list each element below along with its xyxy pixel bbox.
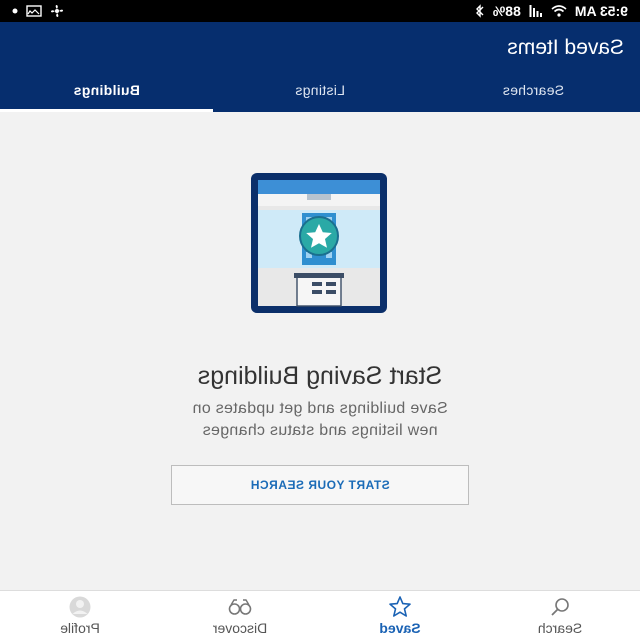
bluetooth-icon [475,4,484,18]
nav-item-saved[interactable]: Saved [320,591,480,640]
search-icon [551,597,569,616]
battery-percent: 88% [492,3,521,19]
gallery-icon [26,5,42,17]
app-bar: Saved Items Searches Listings Buildings [0,22,640,112]
tab-listings[interactable]: Listings [213,68,426,112]
star-icon [389,595,411,617]
page-title: Saved Items [507,36,624,59]
nav-item-search[interactable]: Search [480,591,640,640]
nav-label-search: Search [537,619,583,636]
avatar-icon [69,596,91,617]
notification-fan-icon [51,5,63,17]
empty-state-description-line2: new listings and status changes [202,422,438,439]
binoculars-icon [228,598,252,615]
screen: 9:53 AM 88% Saved Items Searches Listing… [0,0,640,640]
empty-state-heading: Start Saving Buildings [197,362,443,390]
empty-state: Start Saving Buildings Save buildings an… [0,112,640,590]
empty-state-description-line1: Save buildings and get updates on [192,400,448,417]
bottom-nav: Search Saved Discover Profile [0,590,640,640]
start-search-button[interactable]: START YOUR SEARCH [171,465,469,505]
nav-item-discover[interactable]: Discover [160,591,320,640]
saved-buildings-illustration [251,173,387,313]
tab-searches[interactable]: Searches [427,68,640,112]
tab-buildings[interactable]: Buildings [0,68,213,112]
dot-icon [12,8,18,14]
nav-label-saved: Saved [379,619,421,636]
wifi-icon [551,5,567,17]
signal-icon [529,5,542,17]
tab-bar: Searches Listings Buildings [0,68,640,112]
status-bar: 9:53 AM 88% [0,0,640,22]
nav-label-discover: Discover [212,619,268,636]
status-time: 9:53 AM [574,3,628,19]
nav-label-profile: Profile [60,619,100,636]
nav-item-profile[interactable]: Profile [0,591,160,640]
